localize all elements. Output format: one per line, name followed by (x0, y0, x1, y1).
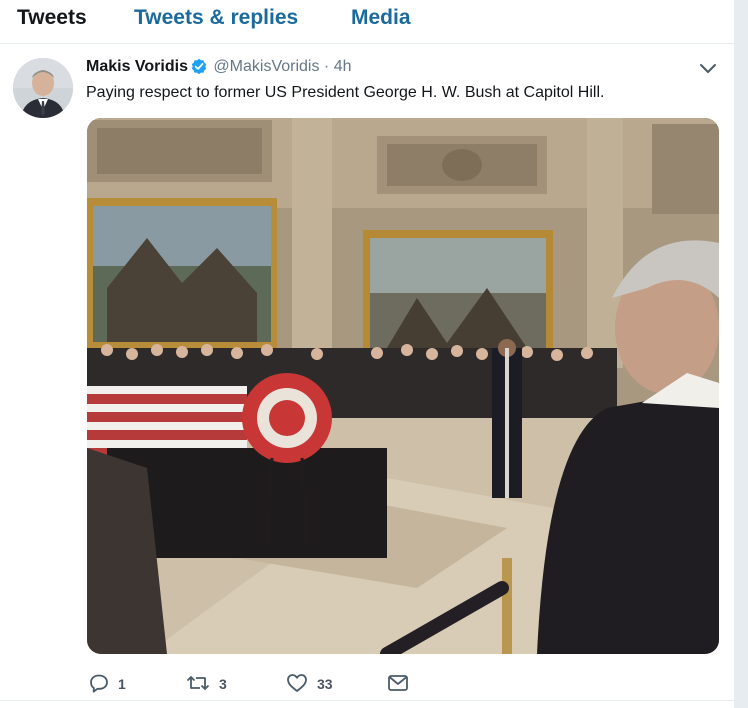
tweet-divider (0, 700, 734, 701)
envelope-icon (387, 674, 409, 695)
capitol-rotunda-photo (87, 118, 719, 654)
reply-icon (89, 673, 109, 696)
retweet-icon (186, 673, 210, 696)
tweet-photo[interactable] (87, 118, 719, 654)
retweet-count: 3 (219, 676, 227, 692)
profile-timeline: Tweets Tweets & replies Media Makis Vori… (0, 0, 748, 708)
profile-tabs: Tweets Tweets & replies Media (0, 0, 734, 44)
tweet-timestamp[interactable]: 4h (334, 58, 352, 75)
reply-count: 1 (118, 676, 126, 692)
avatar[interactable] (13, 58, 73, 118)
like-count: 33 (317, 676, 333, 692)
retweet-button[interactable]: 3 (186, 672, 227, 696)
scrollbar-gutter[interactable] (734, 0, 748, 708)
tab-tweets-and-replies[interactable]: Tweets & replies (134, 6, 298, 30)
like-button[interactable]: 33 (286, 672, 333, 696)
chevron-down-icon[interactable] (699, 62, 717, 76)
tweet-header: Makis Voridis @MakisVoridis · 4h (86, 58, 352, 80)
tweet[interactable]: Makis Voridis @MakisVoridis · 4h Paying … (0, 44, 734, 708)
tab-media[interactable]: Media (351, 6, 411, 30)
tweet-text: Paying respect to former US President Ge… (86, 84, 605, 101)
tab-tweets[interactable]: Tweets (17, 6, 87, 30)
author-name[interactable]: Makis Voridis (86, 58, 188, 75)
author-handle[interactable]: @MakisVoridis (213, 58, 319, 75)
avatar-photo (13, 58, 73, 118)
reply-button[interactable]: 1 (89, 672, 126, 696)
separator-dot: · (323, 58, 330, 75)
direct-message-button[interactable] (387, 672, 409, 696)
verified-badge-icon (191, 58, 207, 79)
heart-icon (286, 673, 308, 696)
